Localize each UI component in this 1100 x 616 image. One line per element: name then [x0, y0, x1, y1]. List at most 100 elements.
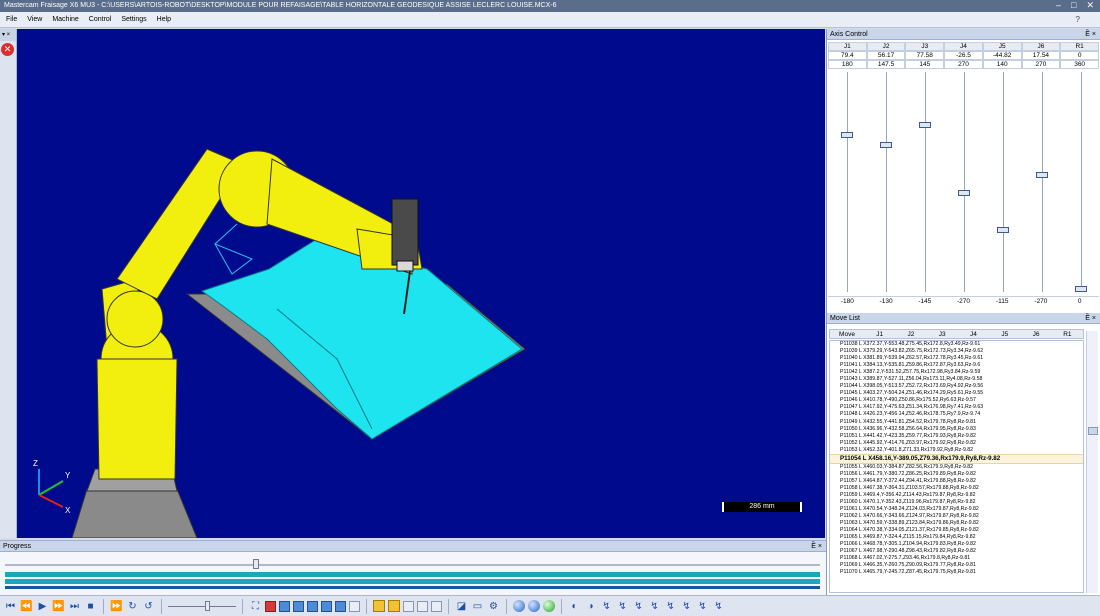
- view-left-icon[interactable]: [321, 600, 332, 612]
- trace-line-5-icon[interactable]: ↯: [664, 600, 677, 613]
- menu-settings[interactable]: Settings: [121, 16, 146, 23]
- collision-check-icon[interactable]: ◐: [568, 600, 581, 613]
- view-back-icon[interactable]: [335, 600, 346, 612]
- tool-display-icon[interactable]: [388, 600, 400, 612]
- move-list-row[interactable]: P11064 L X470.38,Y-334.05,Z121.37,Rx179.…: [830, 527, 1083, 534]
- last-frame-icon[interactable]: ⏭: [68, 600, 81, 613]
- globe-rotate-icon[interactable]: [528, 600, 540, 612]
- view-iso-icon[interactable]: [265, 600, 276, 612]
- view-front-icon[interactable]: [293, 600, 304, 612]
- fit-view-icon[interactable]: ⛶: [249, 600, 262, 613]
- move-list-row[interactable]: P11047 L X417.92,Y-475.63,Z51.34,Rx176.9…: [830, 404, 1083, 411]
- stock-display-icon[interactable]: [403, 600, 414, 612]
- col-j2[interactable]: J2: [895, 330, 926, 339]
- move-list-row[interactable]: P11062 L X470.66,Y-343.66,Z124.97,Rx179.…: [830, 513, 1083, 520]
- col-j1[interactable]: J1: [864, 330, 895, 339]
- col-j4[interactable]: J4: [958, 330, 989, 339]
- toolpath-display-icon[interactable]: [373, 600, 385, 612]
- trace-line-1-icon[interactable]: ↯: [600, 600, 613, 613]
- axis-slider-thumb-j5[interactable]: [996, 227, 1009, 234]
- scroll-arrow-icon[interactable]: [1088, 427, 1098, 435]
- menu-control[interactable]: Control: [89, 16, 112, 23]
- menu-machine[interactable]: Machine: [52, 16, 78, 23]
- play-icon[interactable]: ▶: [36, 600, 49, 613]
- move-list-row[interactable]: P11063 L X470.59,Y-338.89,Z123.84,Rx179.…: [830, 520, 1083, 527]
- minimize-button[interactable]: ‒: [1056, 0, 1061, 12]
- col-move[interactable]: Move: [830, 330, 864, 339]
- left-panel-header[interactable]: ▾ ×: [0, 29, 16, 41]
- move-list-row[interactable]: P11052 L X445.92,Y-414.76,Z63.97,Rx179.9…: [830, 440, 1083, 447]
- move-list-row[interactable]: P11058 L X467.38,Y-364.31,Z103.57,Rx179.…: [830, 485, 1083, 492]
- move-list-row[interactable]: P11048 L X426.23,Y-456.14,Z52.46,Rx178.7…: [830, 411, 1083, 418]
- move-list-row[interactable]: P11043 L X389.87,Y-527.11,Z56.04,Rx173.1…: [830, 376, 1083, 383]
- menu-view[interactable]: View: [27, 16, 42, 23]
- move-list-row[interactable]: P11040 L X381.89,Y-539.94,Z62.57,Rx172.7…: [830, 355, 1083, 362]
- axis-slider-thumb-r1[interactable]: [1074, 286, 1087, 292]
- move-list-row[interactable]: P11069 L X466.35,Y-260.75,Z90.09,Rx179.7…: [830, 562, 1083, 569]
- move-list-row[interactable]: P11060 L X470.1,Y-352.43,Z119.96,Rx179.8…: [830, 499, 1083, 506]
- move-list-row[interactable]: P11044 L X398.05,Y-513.57,Z52.72,Rx173.6…: [830, 383, 1083, 390]
- move-list-row[interactable]: P11041 L X384.13,Y-535.81,Z59.86,Rx172.8…: [830, 362, 1083, 369]
- col-j5[interactable]: J5: [989, 330, 1020, 339]
- measure-icon[interactable]: ◪: [455, 600, 468, 613]
- loop-icon[interactable]: ↻: [126, 600, 139, 613]
- move-list-row[interactable]: P11055 L X460.03,Y-384.87,Z82.56,Rx179.9…: [830, 464, 1083, 471]
- trace-line-3-icon[interactable]: ↯: [632, 600, 645, 613]
- col-j6[interactable]: J6: [1020, 330, 1051, 339]
- move-list-scrollbar[interactable]: [1086, 331, 1098, 593]
- move-list-row[interactable]: P11051 L X441.42,Y-423.35,Z59.77,Rx179.9…: [830, 433, 1083, 440]
- move-list-row[interactable]: P11039 L X379.29,Y-543.82,Z65.75,Rx172.7…: [830, 348, 1083, 355]
- fixture-display-icon[interactable]: [417, 600, 428, 612]
- move-list-row[interactable]: P11038 L X372.37,Y-553.48,Z75.45,Rx172.8…: [830, 341, 1083, 348]
- reverse-loop-icon[interactable]: ↺: [142, 600, 155, 613]
- step-forward-icon[interactable]: ⏩: [52, 600, 65, 613]
- maximize-button[interactable]: □: [1071, 0, 1076, 12]
- move-list-row[interactable]: P11045 L X403.27,Y-504.24,Z51.46,Rx174.2…: [830, 390, 1083, 397]
- first-frame-icon[interactable]: ⏮: [4, 600, 17, 613]
- menu-file[interactable]: File: [6, 16, 17, 23]
- col-j3[interactable]: J3: [927, 330, 958, 339]
- speed-slider[interactable]: [168, 600, 236, 612]
- trace-line-7-icon[interactable]: ↯: [696, 600, 709, 613]
- axis-slider-thumb-j6[interactable]: [1035, 172, 1048, 179]
- move-list-row[interactable]: P11049 L X432.55,Y-441.81,Z54.52,Rx179.7…: [830, 419, 1083, 426]
- progress-track[interactable]: [5, 564, 820, 566]
- view-bottom-icon[interactable]: [349, 600, 360, 612]
- move-list-row[interactable]: P11068 L X467.02,Y-275.7,Z93.46,Rx179.8,…: [830, 555, 1083, 562]
- move-list-current-row[interactable]: P11054 L X458.16,Y-389.05,Z79.36,Rx179.9…: [830, 453, 1083, 464]
- trace-line-6-icon[interactable]: ↯: [680, 600, 693, 613]
- speed-slider-thumb[interactable]: [205, 601, 210, 611]
- view-top-icon[interactable]: [279, 600, 290, 612]
- help-icon[interactable]: ?: [1076, 15, 1080, 24]
- trace-line-2-icon[interactable]: ↯: [616, 600, 629, 613]
- fast-forward-icon[interactable]: ⏩: [110, 600, 123, 613]
- col-r1[interactable]: R1: [1052, 330, 1083, 339]
- simulation-viewport[interactable]: Z Y X 286 mm: [17, 29, 825, 538]
- step-back-icon[interactable]: ⏪: [20, 600, 33, 613]
- move-list-pin-icon[interactable]: Ȅ ×: [1085, 313, 1096, 324]
- move-list-row[interactable]: P11046 L X410.78,Y-490,Z50.86,Rx175.52,R…: [830, 397, 1083, 404]
- tracing-icon[interactable]: ◑: [584, 600, 597, 613]
- view-right-icon[interactable]: [307, 600, 318, 612]
- move-list-row[interactable]: P11061 L X470.54,Y-348.24,Z124.03,Rx179.…: [830, 506, 1083, 513]
- trace-line-8-icon[interactable]: ↯: [712, 600, 725, 613]
- axis-control-pin-icon[interactable]: Ȅ ×: [1085, 29, 1096, 40]
- settings-icon[interactable]: ⚙: [487, 600, 500, 613]
- move-list-row[interactable]: P11065 L X469.87,Y-324.4,Z115.15,Rx179.8…: [830, 534, 1083, 541]
- move-list-row[interactable]: P11057 L X464.87,Y-372.44,Z94.41,Rx179.8…: [830, 478, 1083, 485]
- move-list-row[interactable]: P11066 L X468.78,Y-305.1,Z104.94,Rx179.8…: [830, 541, 1083, 548]
- menu-help[interactable]: Help: [157, 16, 171, 23]
- machine-display-icon[interactable]: [431, 600, 442, 612]
- axis-slider-thumb-j1[interactable]: [841, 131, 854, 138]
- trace-line-4-icon[interactable]: ↯: [648, 600, 661, 613]
- move-list-row[interactable]: P11059 L X469.4,Y-356.42,Z114.43,Rx179.8…: [830, 492, 1083, 499]
- move-list-row[interactable]: P11056 L X461.79,Y-380.72,Z86.25,Rx179.8…: [830, 471, 1083, 478]
- axis-slider-thumb-j4[interactable]: [958, 189, 970, 196]
- stop-icon[interactable]: ■: [84, 600, 97, 613]
- close-button[interactable]: ✕: [1086, 0, 1094, 12]
- progress-thumb[interactable]: [253, 559, 259, 569]
- globe-view-icon[interactable]: [513, 600, 525, 612]
- keyboard-icon[interactable]: ▭: [471, 600, 484, 613]
- move-list-row[interactable]: P11067 L X467.98,Y-290.48,Z98.43,Rx179.8…: [830, 548, 1083, 555]
- axis-slider-thumb-j3[interactable]: [919, 121, 932, 128]
